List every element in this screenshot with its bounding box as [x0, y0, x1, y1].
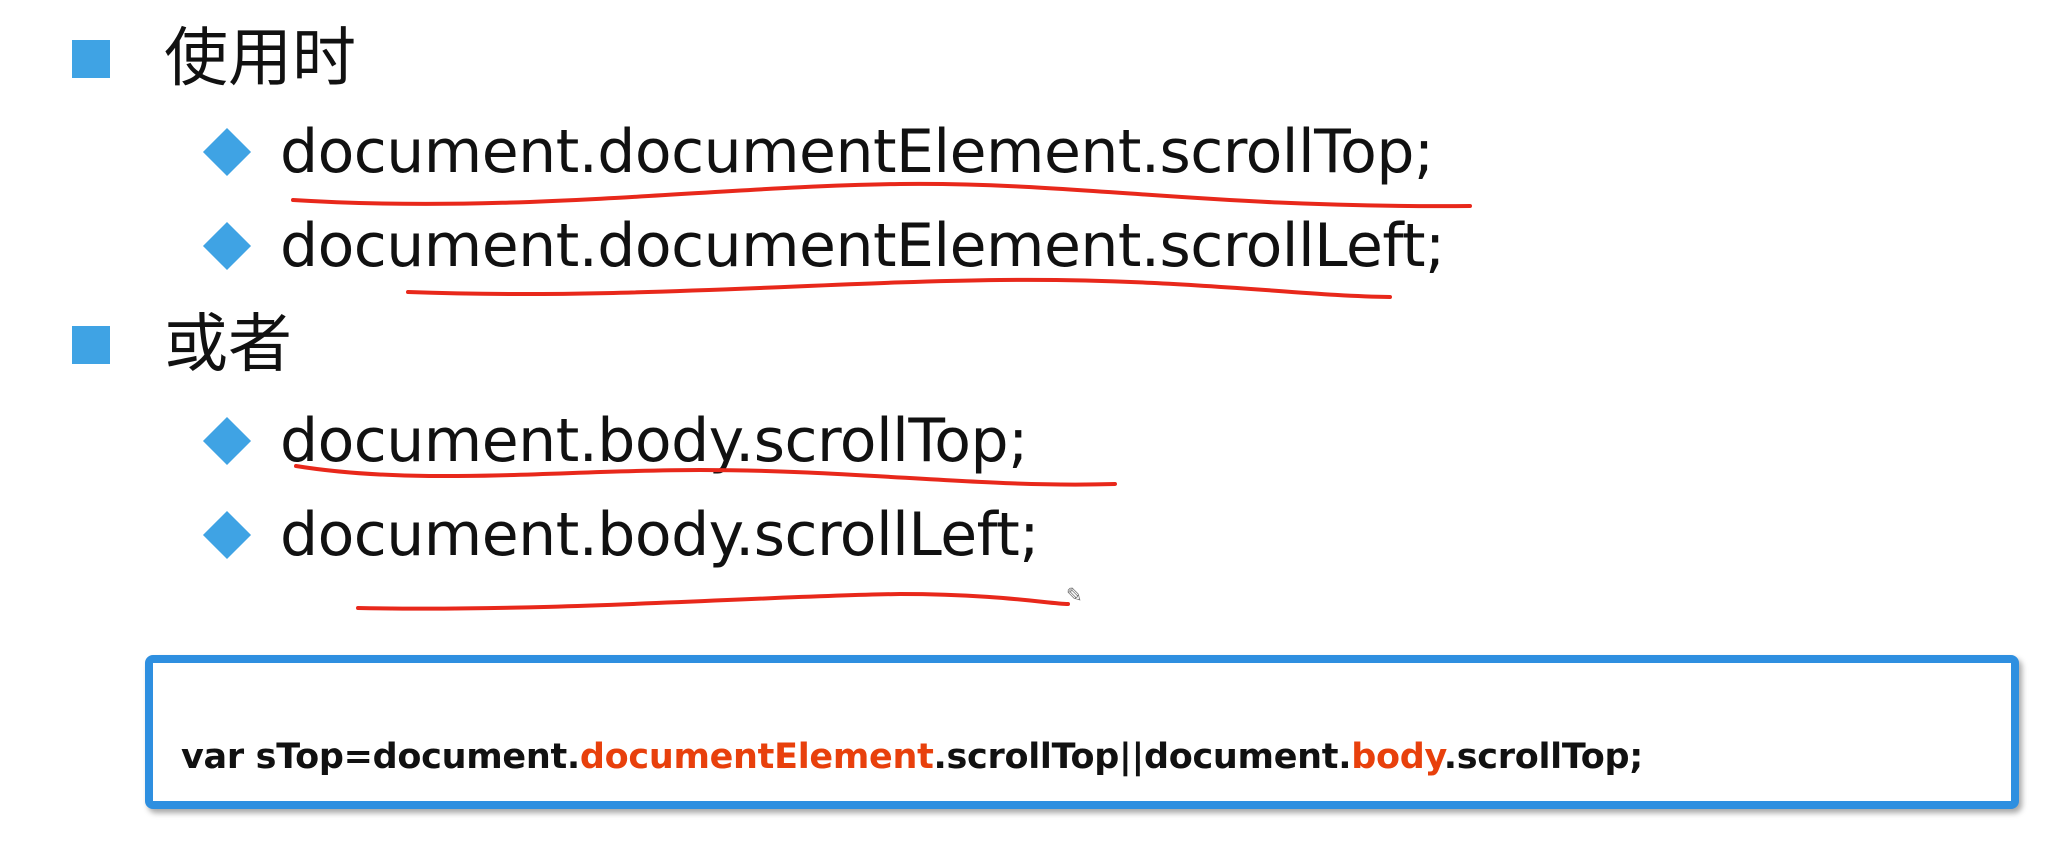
square-bullet-icon: [72, 40, 110, 78]
pen-icon: ✎: [1066, 583, 1083, 607]
square-bullet-icon: [72, 326, 110, 364]
item-text: document.body.scrollTop;: [280, 406, 1028, 476]
item-text: document.documentElement.scrollTop;: [280, 117, 1434, 187]
heading-text: 使用时: [164, 22, 356, 96]
code-highlight: documentElement: [579, 737, 934, 777]
code-text: .scrollTop;: [1443, 737, 1644, 777]
code-text: var sTop=document.: [181, 737, 580, 777]
bullet-item: document.documentElement.scrollTop;: [202, 107, 1434, 197]
code-text: .scrollTop||document.: [933, 737, 1352, 777]
diamond-bullet-icon: [202, 221, 252, 271]
diamond-bullet-icon: [202, 510, 252, 560]
code-line: var sTop=document.documentElement.scroll…: [181, 737, 1643, 777]
code-highlight: body: [1351, 737, 1444, 777]
bullet-heading-or: 或者: [72, 300, 292, 390]
item-text: document.documentElement.scrollLeft;: [280, 211, 1445, 281]
bullet-item: document.documentElement.scrollLeft;: [202, 201, 1445, 291]
bullet-heading-usage: 使用时: [72, 14, 356, 104]
underline-stroke: [356, 591, 1070, 611]
code-example-box: var sTop=document.documentElement.scroll…: [145, 655, 2019, 809]
diamond-bullet-icon: [202, 127, 252, 177]
bullet-item: document.body.scrollTop;: [202, 396, 1028, 486]
diamond-bullet-icon: [202, 416, 252, 466]
heading-text: 或者: [164, 308, 292, 382]
bullet-item: document.body.scrollLeft;: [202, 490, 1039, 580]
item-text: document.body.scrollLeft;: [280, 500, 1039, 570]
